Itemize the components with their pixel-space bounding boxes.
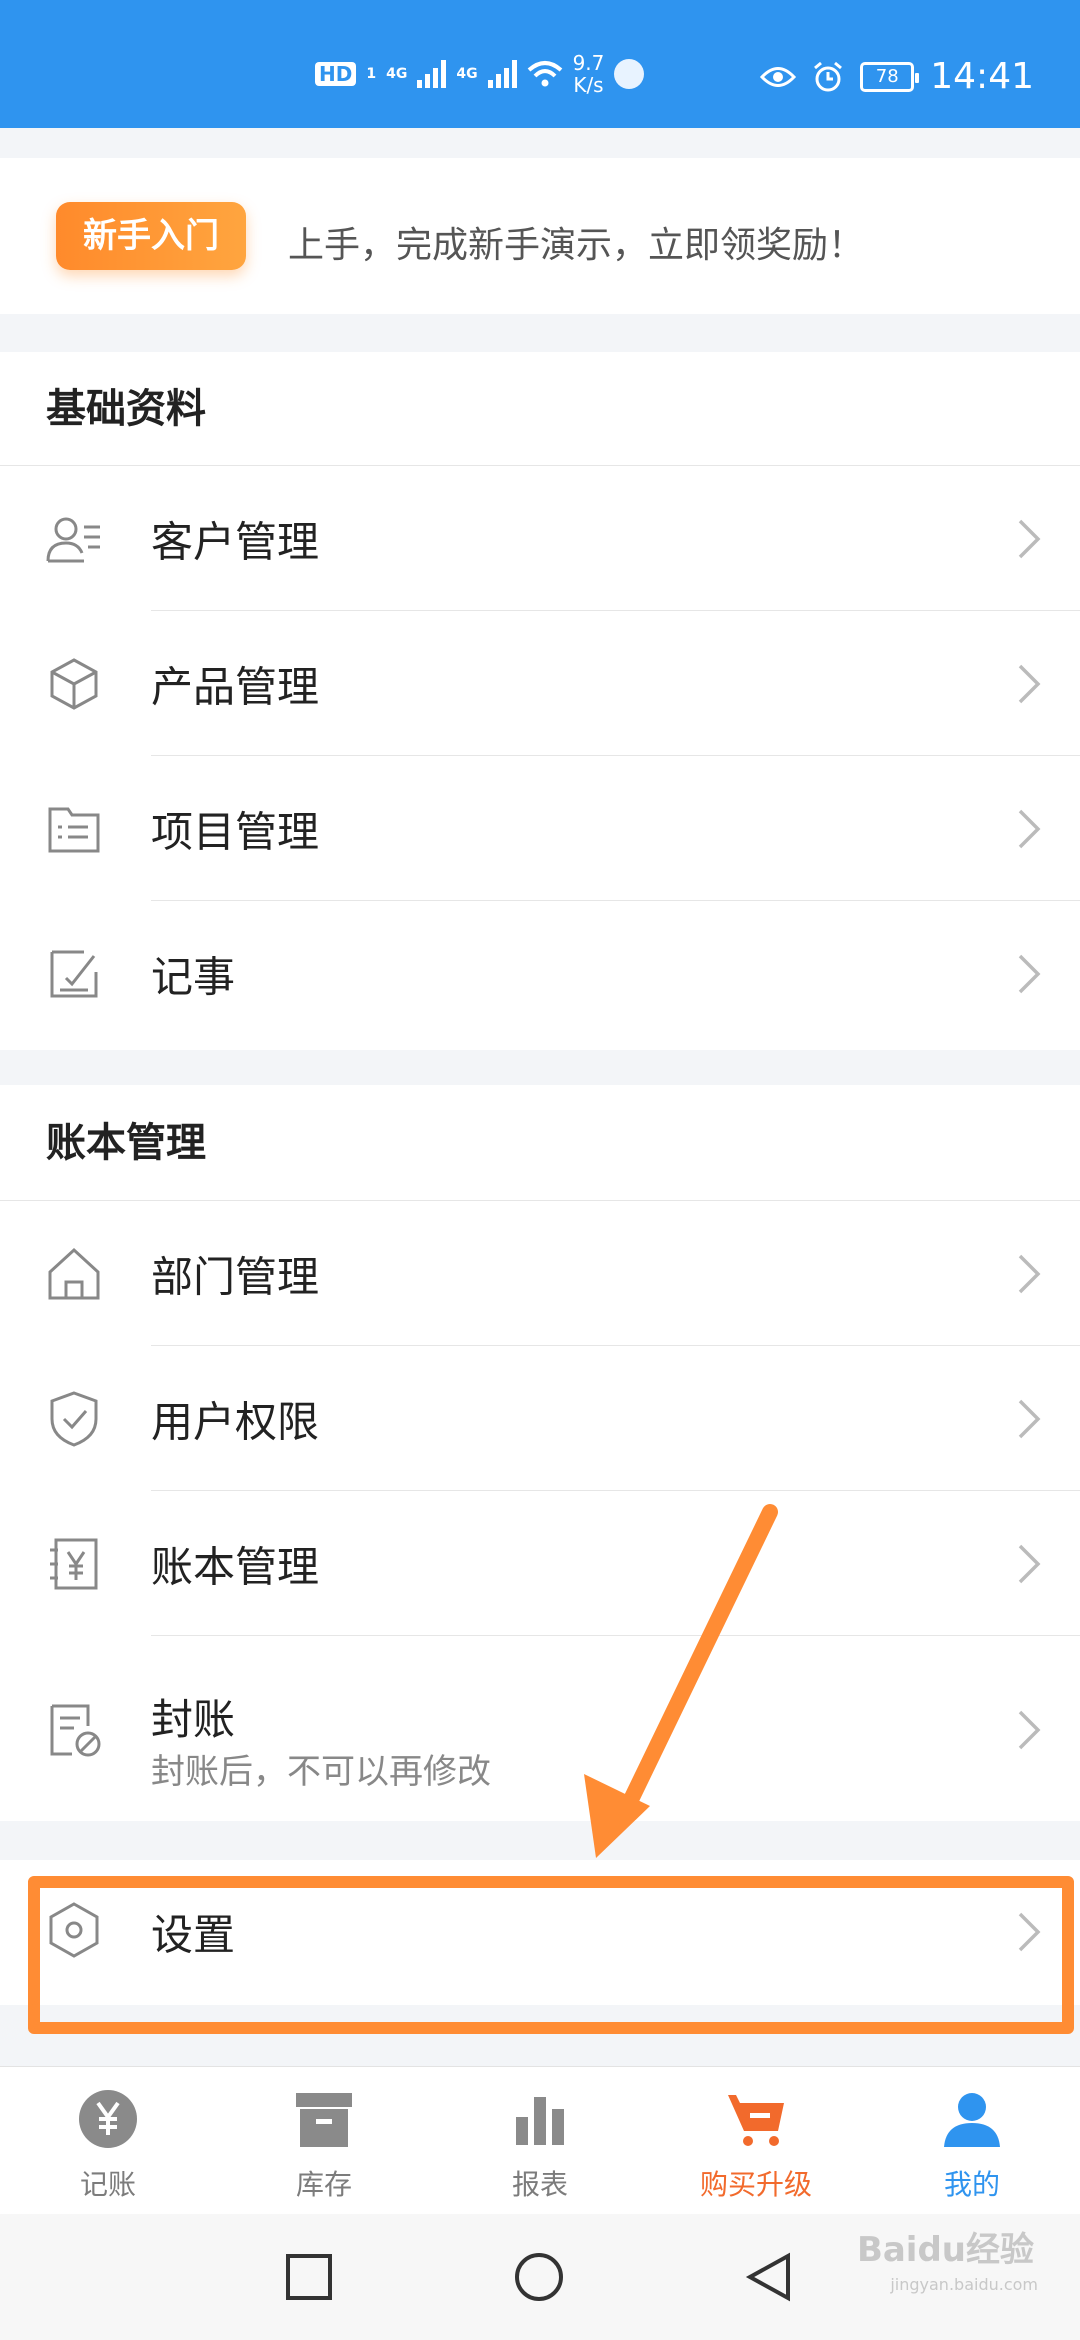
menu-item-close-ledger[interactable]: 封账 封账后，不可以再修改 xyxy=(0,1636,1080,1823)
chevron-right-icon xyxy=(1018,1399,1041,1438)
home-icon xyxy=(48,1247,100,1299)
menu-item-label: 用户权限 xyxy=(151,1397,320,1446)
wifi-icon xyxy=(527,61,562,87)
signal-1-label: 4G xyxy=(386,66,408,82)
watermark-logo: Baidu经验 xyxy=(856,2230,1034,2270)
alarm-icon xyxy=(814,61,843,91)
menu-item-products[interactable]: 产品管理 xyxy=(0,611,1080,756)
section-basic: 基础资料 客户管理 产品管理 项目管理 记事 xyxy=(0,352,1080,1050)
menu-item-label: 客户管理 xyxy=(151,517,320,566)
note-edit-icon xyxy=(50,950,98,997)
chevron-right-icon xyxy=(1018,1544,1041,1583)
chevron-right-icon xyxy=(1018,519,1041,558)
chevron-right-icon xyxy=(1018,954,1041,993)
inventory-box-icon xyxy=(296,2093,352,2147)
bottom-tab-bar: 记账 库存 报表 购买升级 我的 xyxy=(0,2066,1080,2214)
net-speed-unit: K/s xyxy=(573,73,604,97)
hd-badge: HD xyxy=(315,62,357,86)
tab-label: 购买升级 xyxy=(699,2168,812,2201)
audio-wave-icon xyxy=(614,59,645,89)
product-box-icon xyxy=(50,657,98,710)
eye-icon xyxy=(760,66,797,87)
clock: 14:41 xyxy=(930,56,1034,97)
signal-2-icon xyxy=(487,60,517,88)
tab-reports[interactable]: 报表 xyxy=(432,2067,648,2214)
signal-2-label: 4G xyxy=(456,66,478,82)
tab-inventory[interactable]: 库存 xyxy=(216,2067,432,2214)
tab-mine[interactable]: 我的 xyxy=(864,2067,1080,2214)
hd-sub-label: 1 xyxy=(366,66,377,82)
chevron-right-icon xyxy=(1018,1254,1041,1293)
menu-item-notes[interactable]: 记事 xyxy=(0,901,1080,1046)
ledger-yen-icon xyxy=(50,1538,98,1589)
chevron-right-icon xyxy=(1018,1710,1041,1749)
menu-item-customers[interactable]: 客户管理 xyxy=(0,466,1080,611)
menu-item-label: 记事 xyxy=(151,952,236,1001)
section-title-ledger: 账本管理 xyxy=(0,1085,1080,1201)
signal-1-icon xyxy=(417,60,447,88)
banner-marquee-text: 上手，完成新手演示，立即领奖励！ xyxy=(288,225,865,266)
net-speed-value: 9.7 xyxy=(572,51,605,75)
cart-icon xyxy=(728,2095,784,2146)
section-title-basic: 基础资料 xyxy=(0,352,1080,466)
tab-label: 库存 xyxy=(295,2168,352,2201)
back-icon[interactable] xyxy=(744,2252,794,2302)
menu-item-permissions[interactable]: 用户权限 xyxy=(0,1346,1080,1491)
tab-label: 报表 xyxy=(511,2168,568,2201)
customer-icon xyxy=(46,517,100,562)
annotation-highlight-box xyxy=(28,1876,1074,2034)
project-folder-icon xyxy=(48,807,100,852)
onboarding-banner[interactable]: 新手入门 上手，完成新手演示，立即领奖励！ xyxy=(0,158,1080,314)
menu-item-ledger[interactable]: 账本管理 xyxy=(0,1491,1080,1636)
net-speed: 9.7 K/s xyxy=(573,52,605,96)
chevron-right-icon xyxy=(1018,809,1041,848)
closed-ledger-icon xyxy=(50,1704,101,1756)
menu-item-label: 部门管理 xyxy=(151,1252,320,1301)
section-ledger: 账本管理 部门管理 用户权限 账本管理 封账 封账后，不可以再修改 xyxy=(0,1085,1080,1821)
tab-purchase-upgrade[interactable]: 购买升级 xyxy=(648,2067,864,2214)
menu-item-label: 封账 xyxy=(151,1695,236,1744)
status-left: HD 1 4G 4G 9.7 K/s xyxy=(315,52,645,96)
user-icon xyxy=(944,2093,1000,2147)
beginner-badge[interactable]: 新手入门 xyxy=(56,202,246,270)
bar-chart-icon xyxy=(516,2097,564,2145)
watermark-url: jingyan.baidu.com xyxy=(890,2275,1038,2294)
menu-item-sublabel: 封账后，不可以再修改 xyxy=(151,1752,491,1792)
recent-apps-icon[interactable] xyxy=(284,2252,334,2302)
battery-icon: 78 xyxy=(860,61,920,92)
chevron-right-icon xyxy=(1018,664,1041,703)
shield-check-icon xyxy=(50,1390,98,1447)
tab-label: 记账 xyxy=(79,2168,136,2201)
menu-item-label: 产品管理 xyxy=(151,662,320,711)
tab-bookkeeping[interactable]: 记账 xyxy=(0,2067,216,2214)
yen-circle-icon xyxy=(79,2090,137,2148)
menu-item-departments[interactable]: 部门管理 xyxy=(0,1201,1080,1346)
status-bar: HD 1 4G 4G 9.7 K/s 78 14:41 xyxy=(0,0,1080,128)
menu-item-projects[interactable]: 项目管理 xyxy=(0,756,1080,901)
status-right: 78 14:41 xyxy=(760,56,1034,97)
tab-label: 我的 xyxy=(943,2168,1000,2201)
menu-item-label: 账本管理 xyxy=(151,1542,320,1591)
menu-item-label: 项目管理 xyxy=(151,807,320,856)
home-button-icon[interactable] xyxy=(514,2252,564,2302)
